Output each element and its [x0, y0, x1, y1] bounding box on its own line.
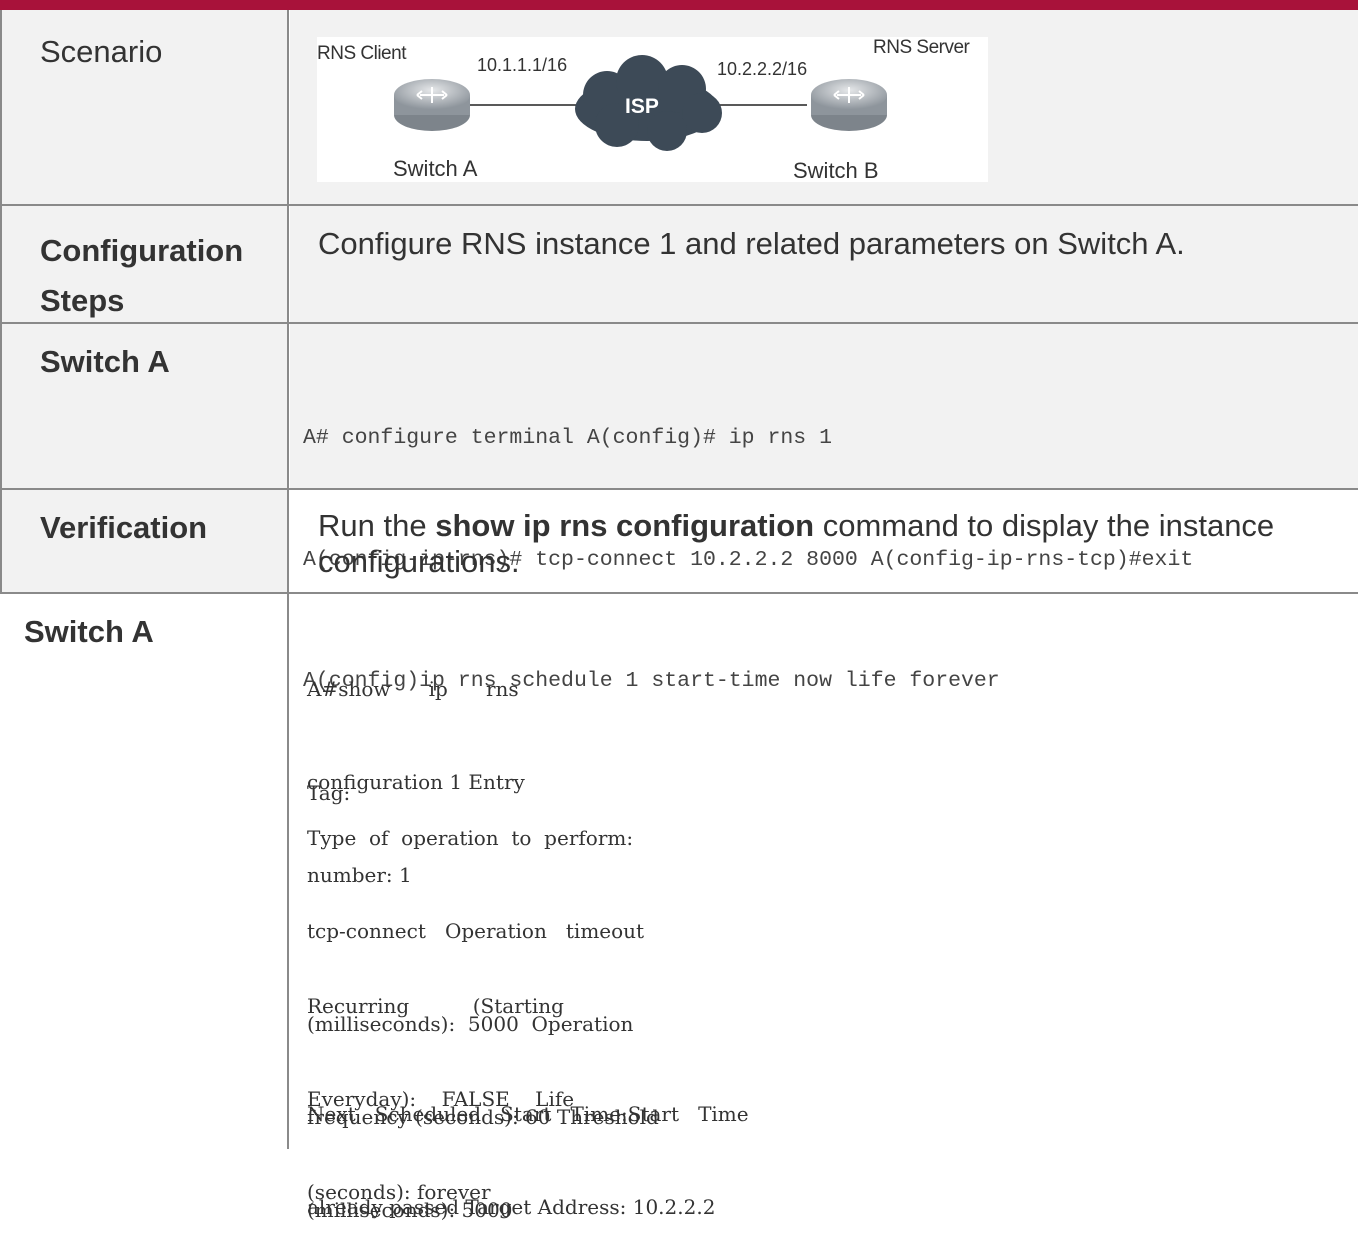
- table-column-divider: [287, 10, 289, 1149]
- output-line: Next Scheduled Start Time:Start Time: [307, 1102, 749, 1126]
- row-divider: [0, 204, 1358, 206]
- verification-label: Verification: [40, 510, 208, 545]
- code-line: A# configure terminal A(config)# ip rns …: [303, 426, 832, 450]
- switch-b-diagram-label: Switch B: [793, 158, 879, 183]
- server-ip-label: 10.2.2.2/16: [717, 59, 808, 79]
- network-diagram: RNS Client 10.1.1.1/16 10.2.2.2/16 RNS S…: [317, 37, 988, 183]
- verification-command: show ip rns configuration: [435, 508, 815, 543]
- output-line: already passed Target Address: 10.2.2.2: [307, 1195, 716, 1219]
- output-line: Recurring (Starting: [307, 994, 564, 1018]
- isp-label: ISP: [625, 95, 659, 118]
- verification-text-line2: configurations.: [318, 544, 520, 579]
- verification-text-after: command to display the instance: [814, 508, 1275, 543]
- verification-text-before: Run the: [318, 508, 436, 543]
- router-icon: [394, 79, 470, 131]
- config-steps-label-line1: Configuration: [40, 233, 244, 268]
- output-line: A#show ip rns: [307, 677, 519, 701]
- output-line: Type of operation to perform:: [307, 826, 634, 850]
- client-ip-label: 10.1.1.1/16: [477, 55, 568, 75]
- server-label: RNS Server: [873, 37, 970, 58]
- verification-text: Run the show ip rns configuration comman…: [318, 508, 1274, 580]
- verification-text-line1: Run the show ip rns configuration comman…: [318, 508, 1274, 544]
- router-icon: [811, 79, 887, 131]
- config-steps-text: Configure RNS instance 1 and related par…: [318, 226, 1185, 261]
- config-steps-label: Configuration Steps: [40, 226, 243, 326]
- scenario-label: Scenario: [40, 34, 163, 69]
- output-block: Next Scheduled Start Time:Start Time alr…: [307, 1037, 749, 1254]
- switch-a-diagram-label: Switch A: [393, 156, 478, 181]
- top-accent-bar: [0, 0, 1358, 10]
- table-border-left: [0, 10, 2, 592]
- content-cell-bg-config: [290, 206, 1358, 322]
- switch-a-output-label: Switch A: [24, 614, 154, 649]
- client-label: RNS Client: [317, 43, 406, 64]
- config-steps-label-line2: Steps: [40, 283, 125, 318]
- switch-a-config-label: Switch A: [40, 344, 170, 379]
